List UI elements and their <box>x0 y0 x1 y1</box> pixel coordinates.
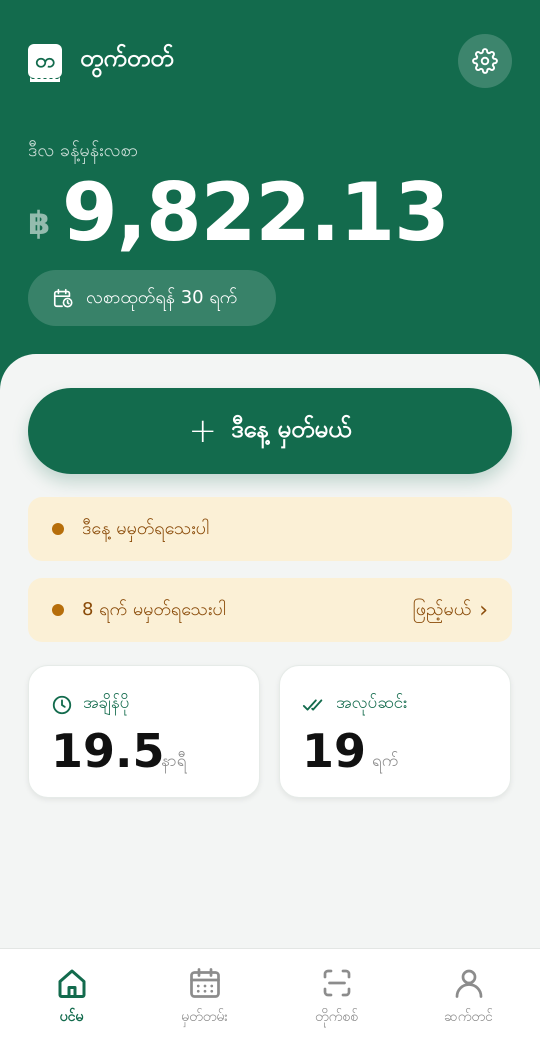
nav-item-scan[interactable]: တိုက်စစ် <box>269 949 404 1055</box>
app-title: တွက်တတ် <box>80 44 174 72</box>
overtime-hours-card[interactable]: အချိန်ပို 19.5 နာရီ <box>28 665 260 798</box>
notice-days-missing[interactable]: 8 ရက် မမှတ်ရသေးပါ ဖြည့်မယ် › <box>28 578 512 642</box>
notice-text: 8 ရက် မမှတ်ရသေးပါ <box>82 598 226 620</box>
workdays-card[interactable]: အလုပ်ဆင်း 19 ရက် <box>279 665 511 798</box>
home-icon <box>58 969 85 998</box>
nav-label-profile: ဆက်တင် <box>444 1009 493 1025</box>
workdays-unit: ရက် <box>372 751 399 771</box>
payday-countdown-chip[interactable]: လစာထုတ်ရန် 30 ရက် <box>28 270 276 326</box>
nav-item-home[interactable]: ပင်မ <box>4 949 139 1055</box>
balance-label: ဒီလ ခန့်မှန်းလစာ <box>28 140 138 161</box>
scan-icon <box>323 969 350 997</box>
overtime-title: အချိန်ပို <box>83 693 130 713</box>
overtime-unit: နာရီ <box>161 751 187 771</box>
settings-button[interactable] <box>458 34 512 88</box>
warning-dot-icon <box>52 523 64 535</box>
nav-label-records: မှတ်တမ်း <box>181 1009 228 1025</box>
log-today-label: ဒီနေ့ မှတ်မယ် <box>231 415 352 443</box>
plus-icon: + <box>188 411 218 451</box>
currency-symbol: ฿ <box>28 204 51 242</box>
notice-today-missing: ဒီနေ့ မမှတ်ရသေးပါ <box>28 497 512 561</box>
bottom-nav: ပင်မ မှတ်တမ်း တိုက်စစ် ဆက်တင် <box>0 948 540 1055</box>
payday-countdown-label: လစာထုတ်ရန် 30 ရက် <box>86 286 238 308</box>
balance-amount: 9,822.13 <box>62 166 450 259</box>
chevron-right-icon: › <box>479 597 488 623</box>
nav-label-scan: တိုက်စစ် <box>314 1009 359 1025</box>
user-icon <box>455 969 482 998</box>
calendar-icon <box>189 968 220 998</box>
log-today-button[interactable]: + ဒီနေ့ မှတ်မယ် <box>28 388 512 474</box>
double-check-icon <box>302 698 323 711</box>
nav-label-home: ပင်မ <box>59 1009 84 1025</box>
nav-item-records[interactable]: မှတ်တမ်း <box>137 949 272 1055</box>
fill-in-link[interactable]: ဖြည့်မယ် <box>413 597 471 624</box>
notice-text: ဒီနေ့ မမှတ်ရသေးပါ <box>82 517 210 539</box>
workdays-title: အလုပ်ဆင်း <box>336 693 408 713</box>
nav-item-profile[interactable]: ဆက်တင် <box>401 949 536 1055</box>
clock-icon <box>52 695 72 714</box>
warning-dot-icon <box>52 604 64 616</box>
gear-icon <box>472 48 498 74</box>
calendar-clock-icon <box>53 288 73 308</box>
app-logo-letter: တ <box>35 48 55 72</box>
overtime-value: 19.5 <box>51 724 165 778</box>
workdays-value: 19 <box>302 724 367 778</box>
app-logo-icon: တ <box>28 44 62 82</box>
